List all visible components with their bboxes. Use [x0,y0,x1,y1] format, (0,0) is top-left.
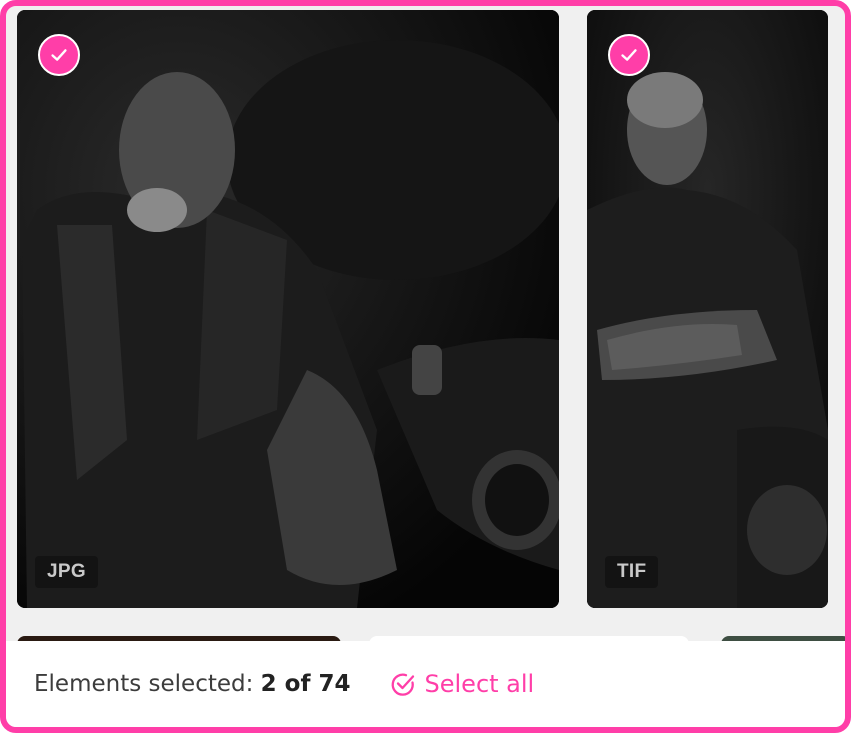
selected-check-icon[interactable] [608,34,650,76]
selection-status: Elements selected: 2 of 74 [34,671,351,697]
select-all-button[interactable]: Select all [389,670,535,698]
image-tile[interactable]: JPG [17,10,559,608]
format-badge: JPG [35,556,98,588]
photo-biker-arms-crossed [587,10,828,608]
image-tile[interactable]: TIF [587,10,828,608]
photo-biker-seated [17,10,559,608]
check-circle-icon [391,673,414,696]
selection-footer: Elements selected: 2 of 74 Select all [6,641,845,727]
format-badge: TIF [605,556,659,588]
selection-panel: JPG TIF Elements selected: 2 of 74 Selec… [0,0,851,733]
select-all-label: Select all [424,670,535,698]
selection-label: Elements selected: [34,671,254,697]
selection-count: 2 of 74 [260,671,351,697]
selected-check-icon[interactable] [38,34,80,76]
